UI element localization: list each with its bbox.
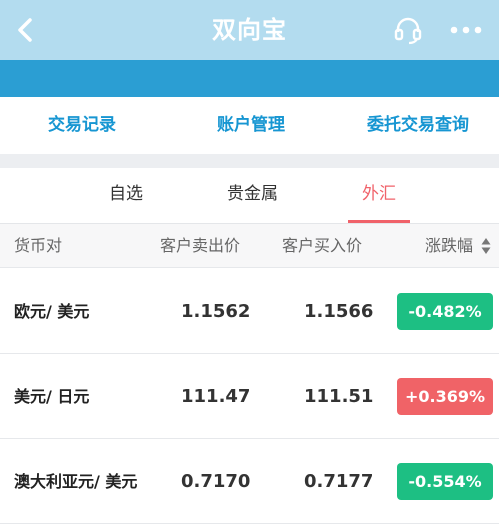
change-badge: +0.369%	[397, 378, 493, 415]
buy-price: 0.7177	[304, 471, 374, 492]
app-screen: 双向宝 交易记录 账户管理 委托交易查询 自选 贵金属 外汇 货币对 客户卖出价…	[0, 0, 499, 525]
sell-price: 111.47	[181, 386, 251, 407]
buy-price: 111.51	[304, 386, 374, 407]
change-badge: -0.554%	[397, 463, 493, 500]
currency-pair: 欧元/ 美元	[14, 301, 90, 321]
table-row[interactable]: 澳大利亚元/ 美元 0.7170 0.7177 -0.554%	[0, 439, 499, 524]
sell-price: 0.7170	[181, 471, 251, 492]
sell-price: 1.1562	[181, 301, 251, 322]
active-tab-indicator	[348, 220, 410, 223]
table-header: 货币对 客户卖出价 客户买入价 涨跌幅	[0, 224, 499, 268]
section-divider	[0, 154, 499, 168]
more-dots-icon	[450, 26, 482, 34]
tab-forex[interactable]: 外汇	[362, 168, 396, 223]
column-header-change[interactable]: 涨跌幅	[425, 224, 473, 268]
order-query-link[interactable]: 委托交易查询	[367, 97, 469, 154]
page-title: 双向宝	[212, 16, 287, 44]
trade-records-link[interactable]: 交易记录	[48, 97, 116, 154]
headset-icon	[394, 17, 422, 45]
account-management-link[interactable]: 账户管理	[217, 97, 285, 154]
buy-price: 1.1566	[304, 301, 374, 322]
tab-watchlist[interactable]: 自选	[109, 168, 143, 223]
sort-icon[interactable]	[481, 237, 491, 255]
change-badge: -0.482%	[397, 293, 493, 330]
column-header-buy[interactable]: 客户买入价	[282, 224, 362, 268]
more-button[interactable]	[446, 14, 486, 46]
column-header-pair: 货币对	[14, 236, 63, 255]
category-tabs: 自选 贵金属 外汇	[0, 168, 499, 224]
table-row[interactable]: 美元/ 日元 111.47 111.51 +0.369%	[0, 354, 499, 439]
table-row[interactable]: 欧元/ 美元 1.1562 1.1566 -0.482%	[0, 269, 499, 354]
column-header-sell: 客户卖出价	[160, 236, 241, 255]
customer-service-button[interactable]	[392, 14, 424, 46]
banner-strip	[0, 60, 499, 97]
currency-pair: 美元/ 日元	[14, 386, 90, 406]
tab-precious-metals[interactable]: 贵金属	[227, 168, 278, 223]
quick-actions-bar: 交易记录 账户管理 委托交易查询	[0, 97, 499, 154]
currency-pair: 澳大利亚元/ 美元	[14, 471, 138, 491]
header-bar: 双向宝	[0, 0, 499, 60]
